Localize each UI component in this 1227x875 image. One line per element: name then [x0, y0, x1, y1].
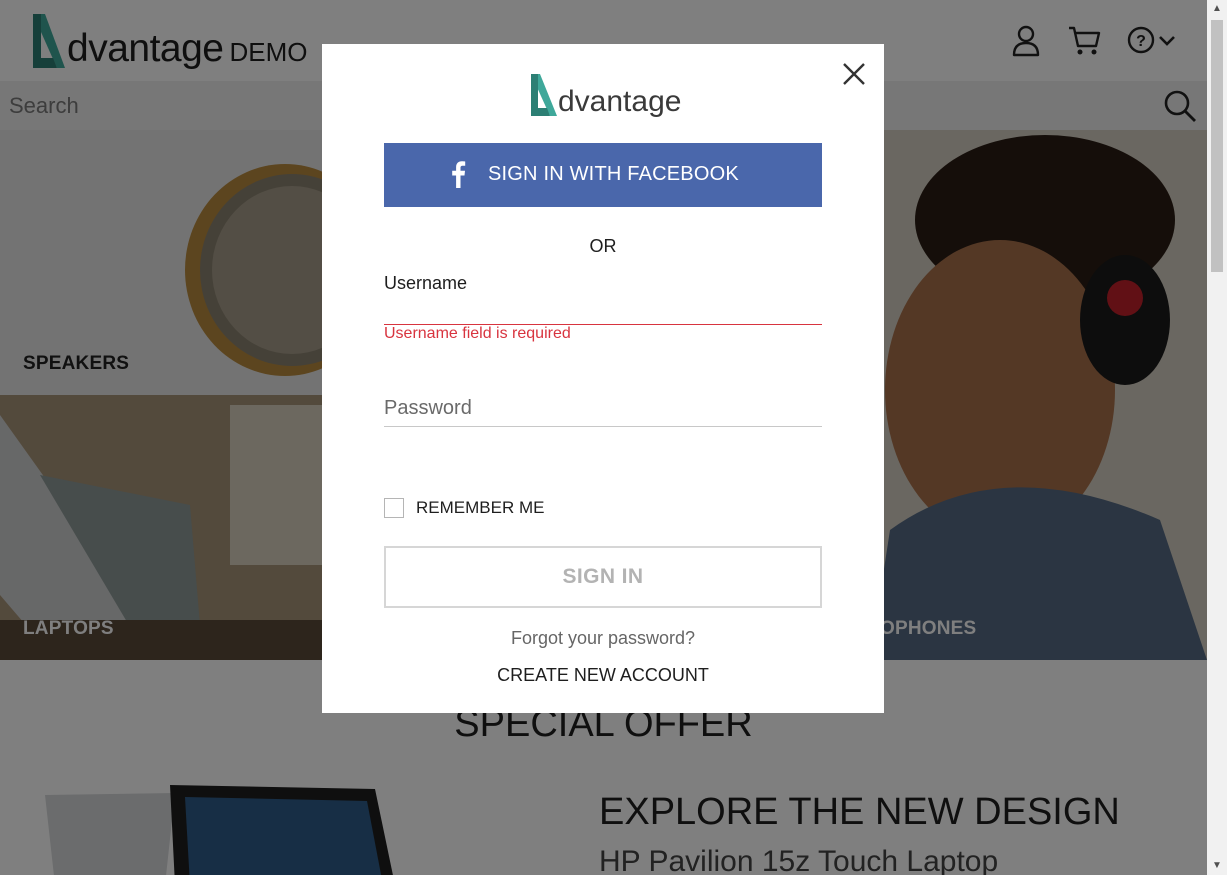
- close-icon[interactable]: [840, 60, 868, 88]
- facebook-signin-button[interactable]: SIGN IN WITH FACEBOOK: [384, 143, 822, 207]
- login-modal: dvantage SIGN IN WITH FACEBOOK OR Userna…: [322, 44, 884, 713]
- remember-me-label: REMEMBER ME: [416, 498, 545, 517]
- page-scrollbar[interactable]: ▲ ▼: [1207, 0, 1227, 875]
- create-account-link[interactable]: CREATE NEW ACCOUNT: [322, 665, 884, 686]
- password-field[interactable]: [384, 391, 822, 427]
- logo-mark-icon: [531, 74, 557, 116]
- scroll-up-arrow-icon[interactable]: ▲: [1207, 0, 1227, 18]
- facebook-signin-label: SIGN IN WITH FACEBOOK: [488, 163, 739, 185]
- sign-in-button[interactable]: SIGN IN: [384, 546, 822, 608]
- or-divider: OR: [589, 236, 617, 256]
- remember-me-checkbox[interactable]: REMEMBER ME: [384, 498, 544, 518]
- username-field[interactable]: [384, 289, 822, 325]
- checkbox-box[interactable]: [384, 498, 404, 518]
- forgot-password-link[interactable]: Forgot your password?: [322, 628, 884, 649]
- scrollbar-thumb[interactable]: [1211, 20, 1223, 272]
- modal-logo: dvantage: [528, 72, 681, 118]
- modal-logo-text: dvantage: [558, 85, 682, 118]
- scroll-down-arrow-icon[interactable]: ▼: [1207, 857, 1227, 875]
- facebook-icon: [452, 161, 466, 188]
- username-error: Username field is required: [384, 325, 571, 342]
